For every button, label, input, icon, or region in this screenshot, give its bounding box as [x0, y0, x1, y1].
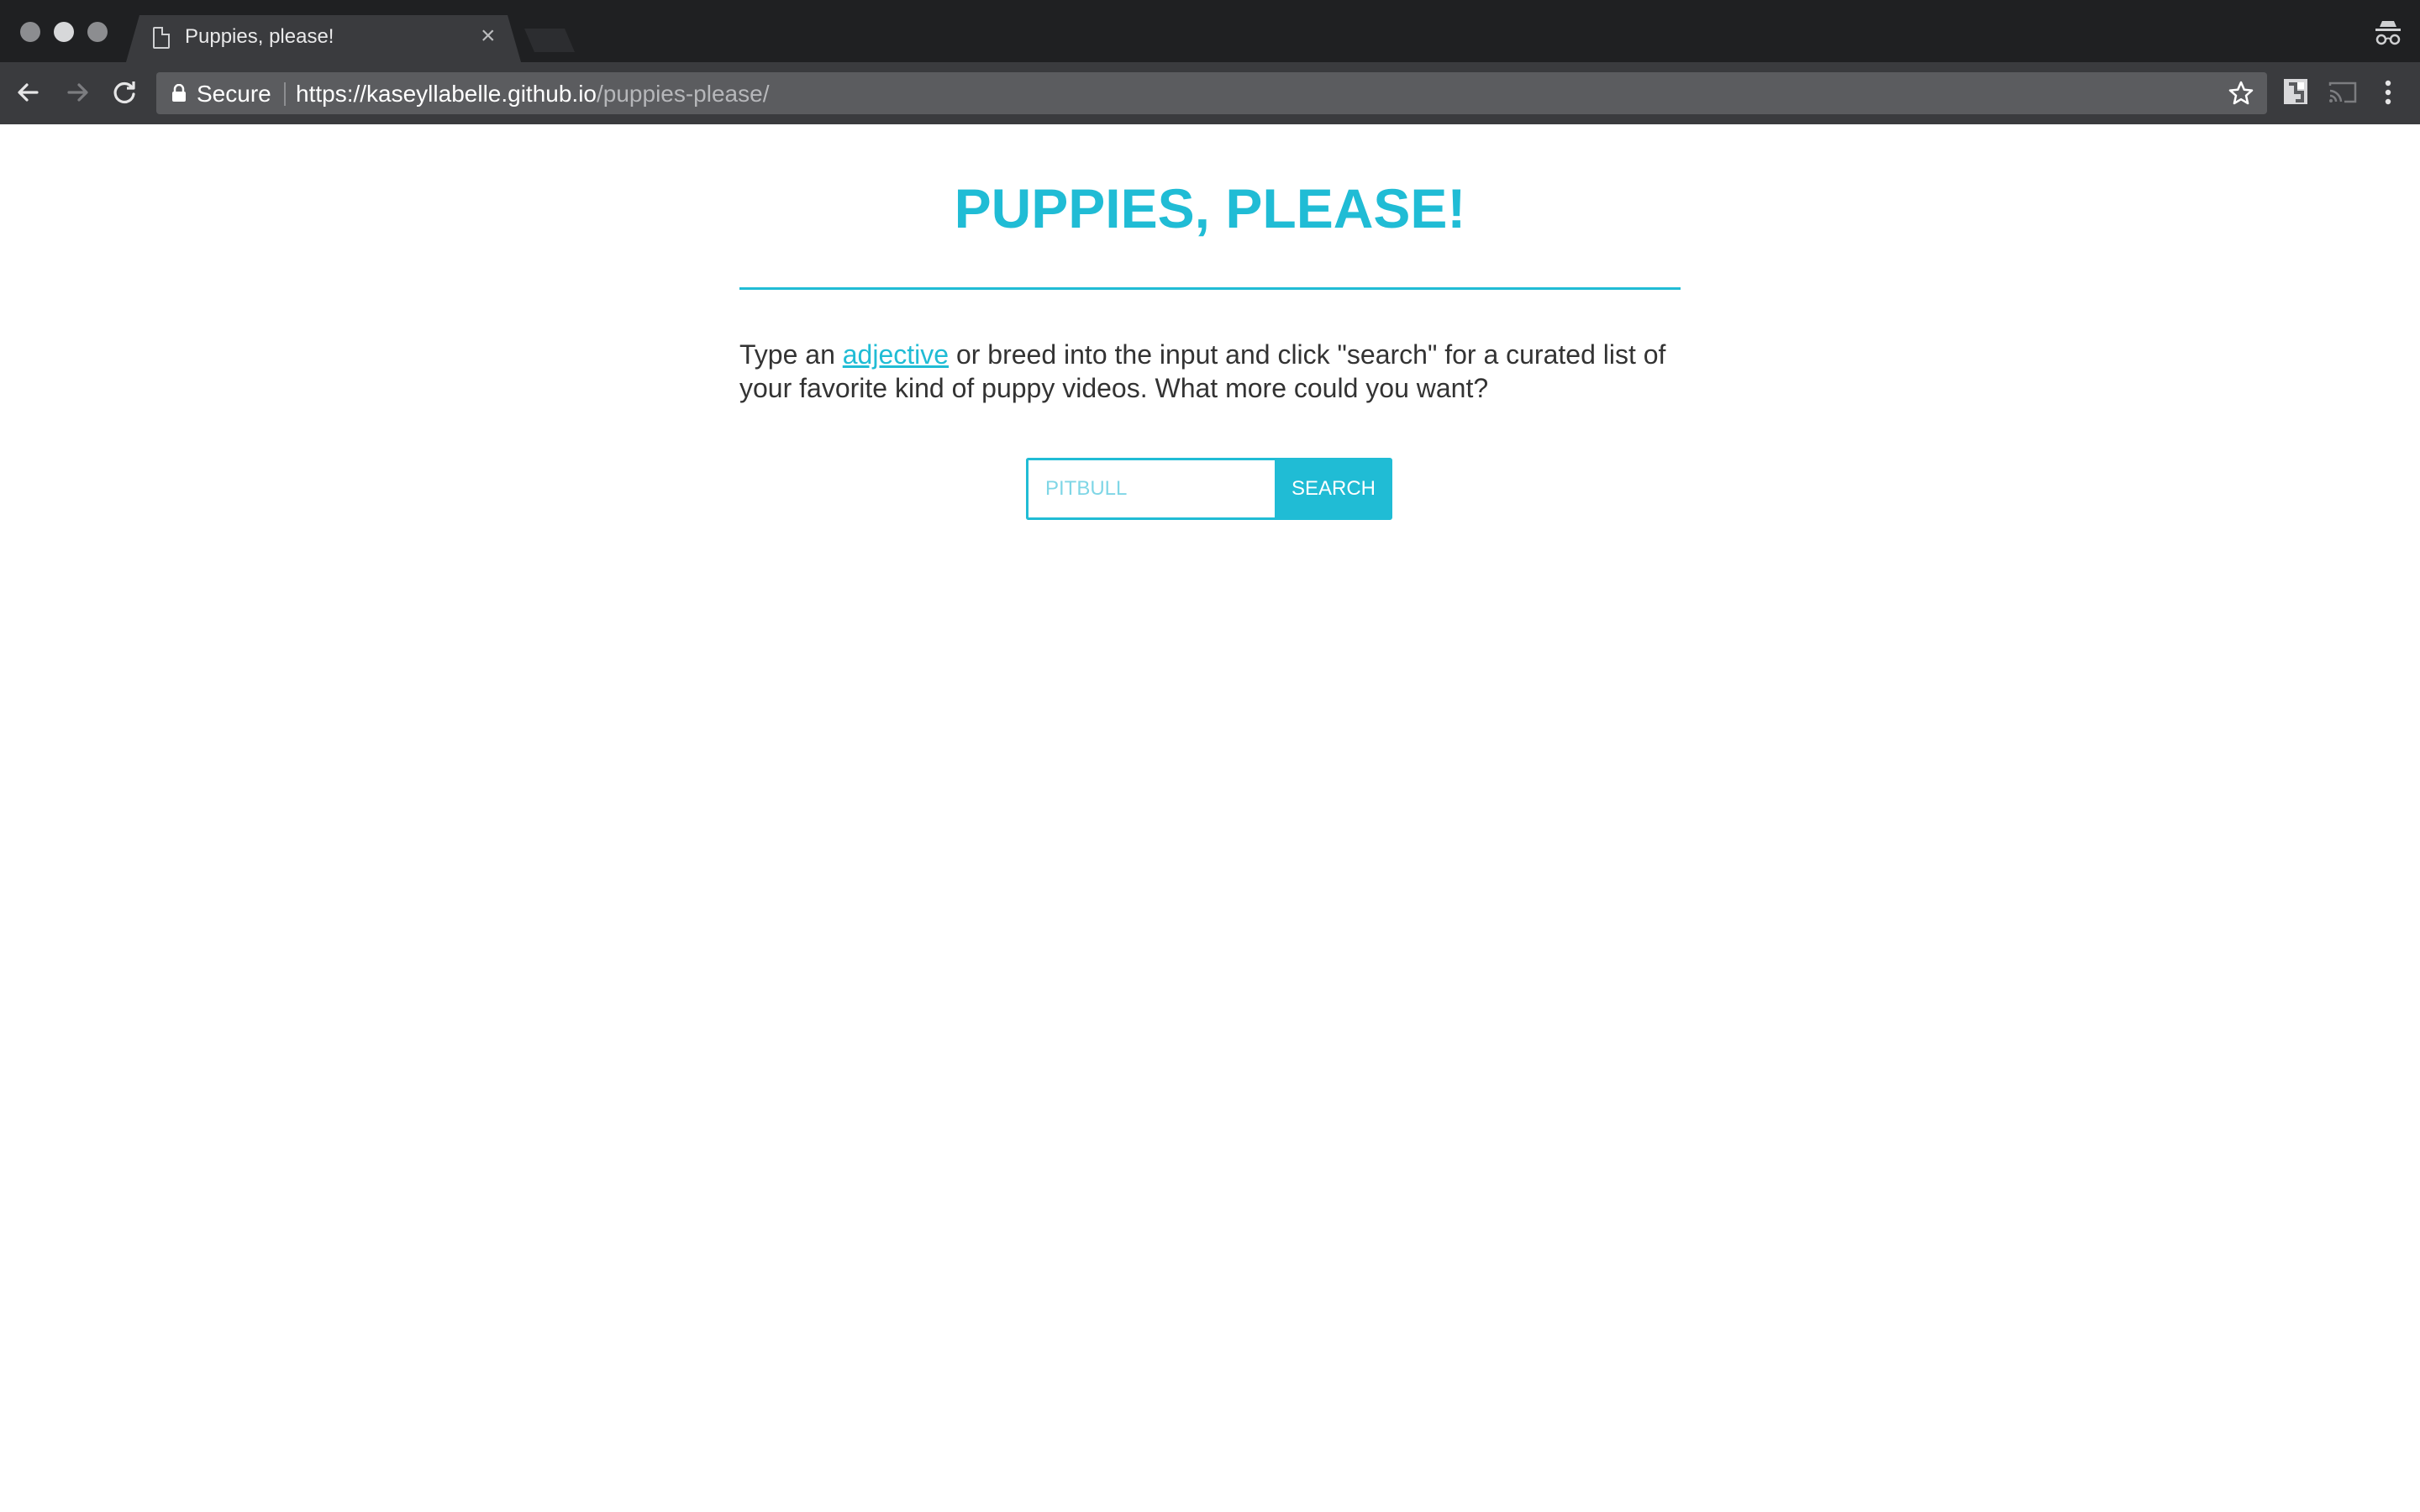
cast-icon[interactable] — [2328, 79, 2358, 106]
intro-text-before: Type an — [739, 339, 843, 370]
new-tab-button[interactable] — [524, 29, 575, 52]
forward-arrow-icon[interactable] — [60, 76, 94, 109]
minimize-window-button[interactable] — [54, 22, 74, 42]
tab-title: Puppies, please! — [185, 25, 334, 48]
incognito-icon[interactable] — [2373, 18, 2403, 47]
page-title: PUPPIES, PLEASE! — [954, 177, 1466, 239]
address-bar[interactable]: Secure https://kaseyllabelle.github.io/p… — [156, 72, 2267, 114]
address-separator — [284, 82, 286, 106]
web-page: PUPPIES, PLEASE! Type an adjective or br… — [0, 124, 2420, 1512]
back-arrow-icon[interactable] — [12, 76, 45, 109]
search-form: SEARCH — [1026, 458, 1392, 520]
more-menu-icon[interactable] — [2376, 77, 2400, 108]
bookmark-star-icon[interactable] — [2227, 79, 2255, 108]
url-text[interactable]: https://kaseyllabelle.github.io/puppies-… — [296, 81, 769, 108]
extension-icon[interactable] — [2282, 77, 2309, 106]
zoom-window-button[interactable] — [87, 22, 108, 42]
tab-close-icon[interactable]: × — [481, 22, 496, 50]
document-icon — [153, 27, 170, 49]
intro-text: Type an adjective or breed into the inpu… — [739, 338, 1681, 405]
close-window-button[interactable] — [20, 22, 40, 42]
url-path: /puppies-please/ — [597, 81, 770, 107]
search-input[interactable] — [1026, 458, 1275, 520]
url-host: https://kaseyllabelle.github.io — [296, 81, 597, 107]
title-divider — [739, 287, 1681, 290]
browser-tab-bar: Puppies, please! × — [0, 0, 2420, 62]
adjective-link[interactable]: adjective — [843, 339, 949, 370]
reload-icon[interactable] — [108, 76, 141, 109]
browser-toolbar: Secure https://kaseyllabelle.github.io/p… — [0, 62, 2420, 125]
search-button[interactable]: SEARCH — [1275, 458, 1392, 520]
lock-icon — [172, 84, 186, 102]
secure-label: Secure — [197, 81, 271, 107]
